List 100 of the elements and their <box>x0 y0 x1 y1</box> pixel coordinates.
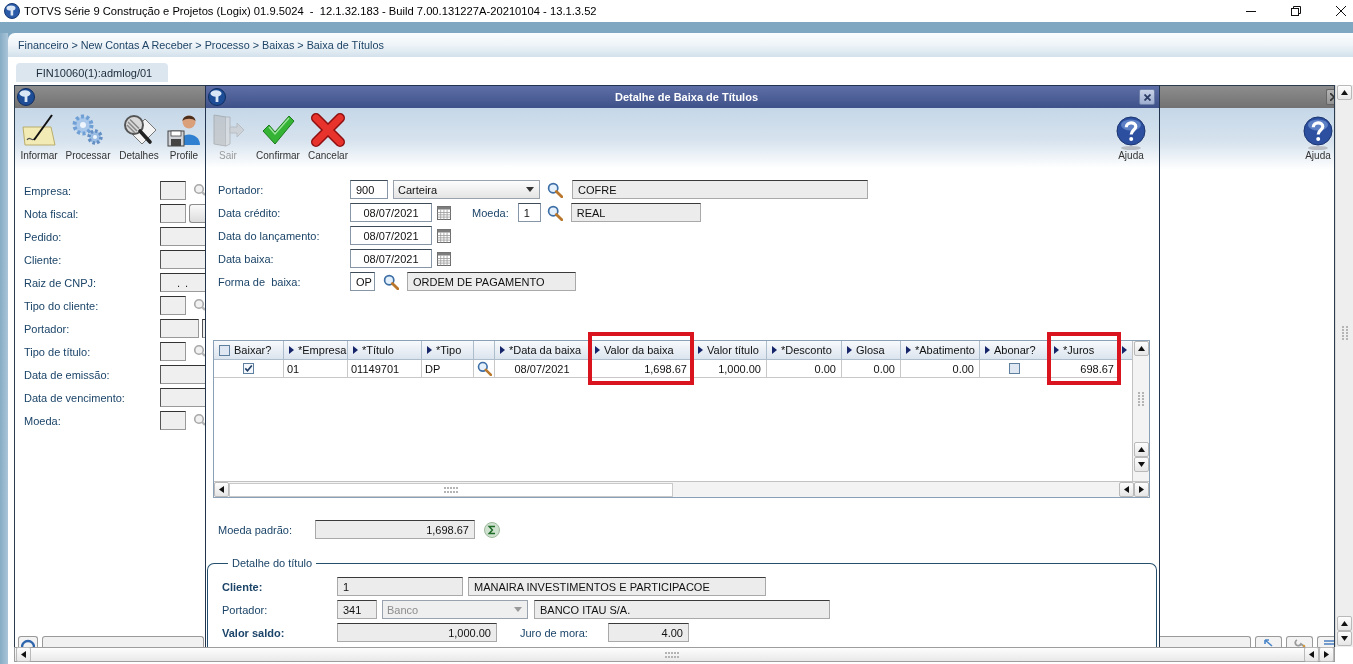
input-field[interactable] <box>160 296 186 315</box>
up-arrow-icon <box>1137 346 1145 351</box>
scroll-thumb[interactable] <box>229 482 673 497</box>
name-field: REAL <box>570 203 701 222</box>
column-header[interactable]: *Desconto <box>767 341 842 360</box>
date-field[interactable]: 08/07/2021 <box>350 226 432 245</box>
code-field[interactable]: 900 <box>350 180 388 199</box>
search-icon[interactable] <box>476 361 492 376</box>
input-field[interactable] <box>202 319 205 338</box>
amount-field: 1,698.67 <box>315 520 475 539</box>
code-field: 1 <box>337 577 463 596</box>
document-tab[interactable]: FIN10060(1):admlog/01 <box>16 63 168 82</box>
horizontal-scrollbar[interactable] <box>14 647 1335 662</box>
grip-icon[interactable] <box>664 651 679 658</box>
triangle-icon <box>698 346 703 354</box>
input-field[interactable] <box>160 388 205 407</box>
dialog-title: Detalhe de Baixa de Títulos <box>613 91 759 103</box>
input-field[interactable] <box>160 319 199 338</box>
column-header[interactable]: Abonar? <box>980 341 1049 360</box>
help-button[interactable]: Ajuda <box>1302 108 1334 170</box>
calendar-icon[interactable] <box>437 251 451 266</box>
column-header[interactable]: *Data da baixa <box>495 341 590 360</box>
triangle-icon <box>985 346 990 354</box>
toolbar-button[interactable]: Processar <box>63 108 113 170</box>
search-icon[interactable] <box>547 181 563 198</box>
field-label: Tipo do cliente: <box>24 299 100 312</box>
scroll-right-button[interactable] <box>1134 482 1149 497</box>
toolbar-button[interactable]: Profile <box>165 108 203 170</box>
toolbar-button[interactable]: Cancelar <box>306 108 350 168</box>
restore-icon <box>1290 6 1301 16</box>
scroll-down-button[interactable] <box>1337 631 1352 646</box>
column-header[interactable]: Glosa <box>842 341 901 360</box>
input-field[interactable] <box>160 411 186 430</box>
input-field[interactable] <box>160 204 186 223</box>
scroll-up-button[interactable] <box>1133 442 1149 457</box>
checkbox[interactable] <box>1008 363 1020 374</box>
input-field[interactable] <box>160 365 205 384</box>
date-field[interactable]: 08/07/2021 <box>350 249 432 268</box>
note-pen-icon <box>21 113 57 147</box>
scroll-left-button[interactable] <box>1304 647 1319 662</box>
sum-icon[interactable] <box>484 521 500 538</box>
search-icon[interactable] <box>546 204 563 221</box>
up-arrow-icon <box>1137 447 1145 452</box>
down-arrow-icon <box>1341 636 1348 641</box>
column-header[interactable]: Baixar? <box>214 341 284 360</box>
code-field[interactable]: OP <box>350 272 375 291</box>
help-button[interactable]: Ajuda <box>1115 108 1147 168</box>
grip-icon[interactable] <box>1138 392 1144 406</box>
column-header[interactable]: *Tipo <box>422 341 474 360</box>
input-field[interactable] <box>160 250 205 269</box>
scroll-left-button[interactable] <box>1119 482 1134 497</box>
scroll-right-button[interactable] <box>1319 647 1334 662</box>
grip-icon[interactable] <box>1341 326 1348 340</box>
close-button[interactable] <box>1326 89 1334 105</box>
table-cell: DP <box>422 360 474 378</box>
input-field[interactable] <box>160 342 186 361</box>
column-header[interactable]: Valor título <box>693 341 767 360</box>
toolbar-button[interactable]: Informar <box>15 108 63 170</box>
vertical-scrollbar[interactable] <box>1132 341 1149 481</box>
calendar-icon[interactable] <box>437 228 451 243</box>
column-header[interactable]: Valor da baixa <box>590 341 693 360</box>
column-header[interactable]: *Título <box>348 341 422 360</box>
close-button[interactable] <box>1139 89 1155 105</box>
column-header[interactable]: *Abatimento <box>901 341 980 360</box>
help-icon <box>1116 116 1146 150</box>
dropdown[interactable]: Carteira <box>393 180 540 199</box>
status-button[interactable] <box>1255 636 1282 647</box>
scroll-left-button[interactable] <box>214 482 229 497</box>
scroll-left-button[interactable] <box>16 647 31 662</box>
scroll-down-button[interactable] <box>1133 457 1149 472</box>
lookup-button[interactable] <box>189 204 205 223</box>
checkbox[interactable] <box>243 363 254 374</box>
window-title: TOTVS Série 9 Construção e Projetos (Logix) 01.9.5024 - 12.1.32.183 - Build 7.00.131227A-20210104 - 13.1.3.52 <box>24 5 597 17</box>
date-field[interactable]: 08/07/2021 <box>350 203 432 222</box>
vertical-scrollbar[interactable] <box>1335 85 1353 647</box>
toolbar-button[interactable]: Confirmar <box>250 108 306 168</box>
scroll-up-button[interactable] <box>1337 616 1352 631</box>
code-field[interactable]: 1 <box>517 203 541 222</box>
triangle-icon <box>906 346 911 354</box>
field-label: Nota fiscal: <box>24 207 80 220</box>
scroll-up-button[interactable] <box>1337 85 1352 100</box>
check-icon <box>260 113 296 147</box>
checkbox[interactable] <box>219 344 230 356</box>
horizontal-scrollbar[interactable] <box>214 481 1149 497</box>
input-field[interactable] <box>160 227 205 246</box>
search-icon[interactable] <box>383 273 399 290</box>
triangle-icon <box>772 346 777 354</box>
calendar-icon[interactable] <box>437 205 451 220</box>
scroll-up-button[interactable] <box>1133 341 1149 356</box>
column-header[interactable]: *Empresa <box>284 341 348 360</box>
triangle-icon <box>1054 346 1059 354</box>
column-header[interactable]: *Juros <box>1049 341 1120 360</box>
column-header <box>474 341 495 360</box>
input-field[interactable] <box>160 181 186 200</box>
input-field[interactable]: . . <box>160 273 205 292</box>
toolbar-button[interactable]: Detalhes <box>113 108 165 170</box>
field-label: Moeda: <box>24 414 62 427</box>
table-cell: 0.00 <box>901 360 980 378</box>
field-label: Data de vencimento: <box>24 391 126 404</box>
grip-icon[interactable] <box>444 486 458 493</box>
